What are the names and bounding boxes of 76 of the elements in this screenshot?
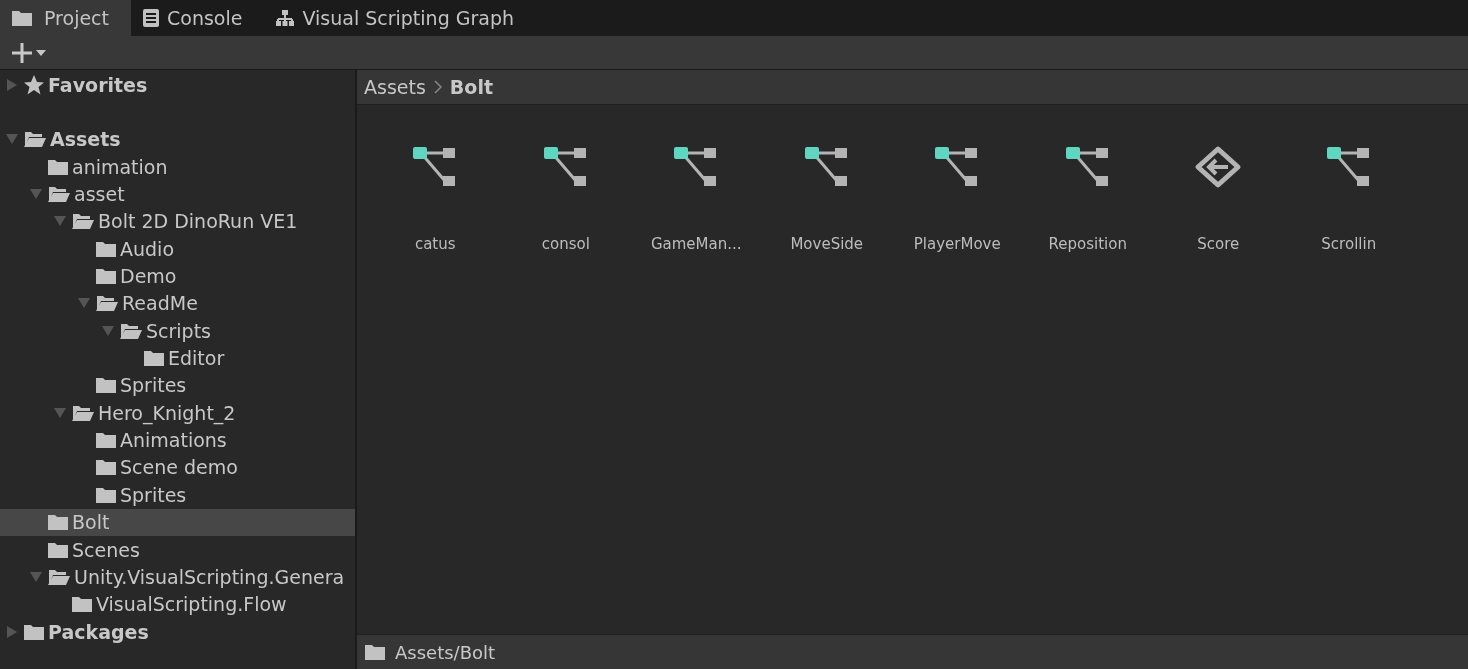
tree-item-label[interactable]: Hero_Knight_2 bbox=[98, 401, 236, 424]
open-folder-icon bbox=[48, 186, 70, 203]
folder-icon bbox=[72, 596, 92, 613]
graph-icon bbox=[1065, 145, 1110, 189]
tree-item-label[interactable]: Animations bbox=[120, 429, 227, 452]
folder-icon bbox=[48, 514, 68, 531]
console-icon bbox=[143, 9, 159, 27]
folder-icon bbox=[96, 459, 116, 476]
graph-icon bbox=[413, 145, 458, 189]
folder-icon bbox=[96, 268, 116, 285]
folder-icon bbox=[96, 486, 116, 503]
file-name[interactable]: Score bbox=[1197, 235, 1240, 253]
folder-icon bbox=[48, 158, 68, 175]
tree-item-label[interactable]: VisualScripting.Flow bbox=[96, 593, 287, 616]
tree-item-label[interactable]: ReadMe bbox=[122, 292, 198, 315]
chevron-right-icon bbox=[433, 80, 442, 94]
expanded-arrow-icon[interactable] bbox=[6, 133, 18, 146]
folder-icon bbox=[96, 432, 116, 449]
file-name[interactable]: consol bbox=[541, 235, 590, 253]
folder-icon bbox=[365, 644, 385, 660]
tree-item-label[interactable]: Scene demo bbox=[120, 456, 238, 479]
tree-item-label[interactable]: Packages bbox=[48, 620, 149, 643]
tree-item-label[interactable]: Sprites bbox=[120, 483, 187, 506]
collapsed-arrow-icon[interactable] bbox=[6, 78, 18, 91]
expanded-arrow-icon[interactable] bbox=[54, 406, 66, 419]
folder-icon bbox=[48, 541, 68, 558]
tree-item-label[interactable]: Scenes bbox=[72, 538, 140, 561]
expanded-arrow-icon[interactable] bbox=[102, 324, 114, 337]
open-folder-icon bbox=[24, 131, 46, 148]
expanded-arrow-icon[interactable] bbox=[54, 215, 66, 228]
folder-icon bbox=[96, 240, 116, 257]
graph-icon bbox=[804, 145, 849, 189]
breadcrumb-item[interactable]: Bolt bbox=[449, 76, 493, 98]
panel-tab[interactable]: Visual Scripting Graph bbox=[264, 0, 537, 36]
open-folder-icon bbox=[96, 295, 118, 312]
file-name[interactable]: catus bbox=[414, 235, 456, 253]
tree-item-label[interactable]: animation bbox=[72, 155, 168, 178]
tree-item-label[interactable]: Unity.VisualScripting.Genera bbox=[74, 565, 345, 588]
graph-icon bbox=[674, 145, 719, 189]
expanded-arrow-icon[interactable] bbox=[30, 188, 42, 201]
file-name[interactable]: PlayerMove bbox=[913, 235, 1001, 253]
open-folder-icon bbox=[72, 404, 94, 421]
hierarchy-icon bbox=[276, 10, 295, 26]
macro-icon bbox=[1194, 145, 1243, 189]
tree-item-label[interactable]: Favorites bbox=[48, 73, 148, 96]
tree-item-label[interactable]: Sprites bbox=[120, 374, 187, 397]
tree-item-label[interactable]: asset bbox=[74, 183, 125, 206]
tree-item-label[interactable]: Scripts bbox=[146, 319, 211, 342]
file-name[interactable]: MoveSide bbox=[790, 235, 864, 253]
panel-tab[interactable]: Console bbox=[131, 0, 265, 36]
tree-item-label[interactable]: Demo bbox=[120, 265, 177, 288]
open-folder-icon bbox=[72, 213, 94, 230]
folder-icon bbox=[96, 377, 116, 394]
tree-item-label[interactable]: Editor bbox=[168, 347, 225, 370]
file-name[interactable]: Scrollin bbox=[1321, 235, 1377, 253]
expanded-arrow-icon[interactable] bbox=[78, 297, 90, 310]
tree-item-label[interactable]: Assets bbox=[50, 128, 121, 151]
file-name[interactable]: Reposition bbox=[1048, 235, 1127, 253]
folder-icon bbox=[24, 623, 44, 640]
tree-item-label[interactable]: Audio bbox=[120, 237, 174, 260]
expanded-arrow-icon[interactable] bbox=[30, 570, 42, 583]
breadcrumb-item[interactable]: Assets bbox=[364, 76, 426, 98]
folder-icon bbox=[144, 350, 164, 367]
open-folder-icon bbox=[120, 322, 142, 339]
tree-item-label[interactable]: Bolt 2D DinoRun VE1 bbox=[98, 210, 298, 233]
collapsed-arrow-icon[interactable] bbox=[6, 625, 18, 638]
graph-icon bbox=[1326, 145, 1371, 189]
graph-icon bbox=[543, 145, 588, 189]
graph-icon bbox=[935, 145, 980, 189]
panel-tab[interactable]: Project bbox=[0, 0, 131, 36]
path-label: Assets/Bolt bbox=[395, 641, 496, 663]
star-icon bbox=[24, 74, 44, 95]
open-folder-icon bbox=[48, 568, 70, 585]
folder-icon bbox=[12, 10, 32, 26]
tree-item-label[interactable]: Bolt bbox=[72, 511, 110, 534]
file-name[interactable]: GameMan... bbox=[650, 235, 742, 253]
